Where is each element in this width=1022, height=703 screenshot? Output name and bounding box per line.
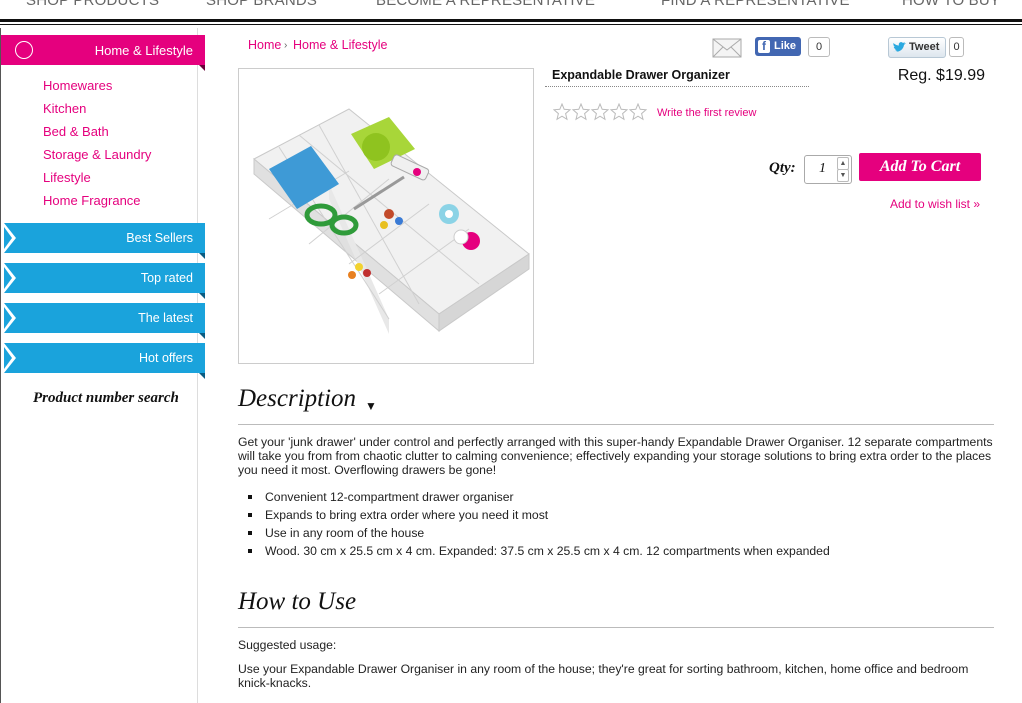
chevron-inner — [4, 267, 12, 289]
top-navigation: SHOP PRODUCTS SHOP BRANDS BECOME A REPRE… — [0, 0, 1022, 28]
list-item-text: Expands to bring extra order where you n… — [265, 508, 549, 522]
like-count: 0 — [808, 37, 830, 57]
subcategory-storage-laundry[interactable]: Storage & Laundry — [43, 147, 151, 162]
triangle-down-icon[interactable]: ▼ — [365, 399, 377, 413]
title-divider — [545, 86, 809, 87]
subcategory-bed-bath[interactable]: Bed & Bath — [43, 124, 109, 139]
breadcrumb-category[interactable]: Home & Lifestyle — [293, 38, 387, 52]
chevron-inner — [4, 227, 12, 249]
breadcrumb-home[interactable]: Home — [248, 38, 281, 52]
quantity-label: Qty: — [769, 160, 796, 176]
write-review-link[interactable]: Write the first review — [657, 107, 756, 119]
description-heading[interactable]: Description — [238, 385, 356, 413]
ribbon-fold — [199, 253, 205, 259]
rating-stars — [553, 103, 648, 121]
ribbon-fold — [199, 333, 205, 339]
star-empty-icon — [571, 103, 591, 121]
tab-label: Top rated — [140, 271, 193, 285]
product-image[interactable] — [238, 68, 534, 364]
facebook-like-button[interactable]: f Like — [755, 37, 801, 56]
how-to-use-text: Use your Expandable Drawer Organiser in … — [238, 662, 969, 690]
list-item-text: Wood. 30 cm x 25.5 cm x 4 cm. Expanded: … — [265, 544, 830, 558]
ribbon-fold — [199, 65, 205, 71]
nav-divider-thin — [0, 24, 1022, 25]
add-to-cart-button[interactable]: Add To Cart — [859, 153, 981, 181]
product-price: Reg. $19.99 — [897, 67, 985, 84]
drawer-organizer-illustration — [253, 108, 530, 334]
category-header-home-lifestyle[interactable]: Home & Lifestyle — [1, 35, 205, 71]
nav-find-representative[interactable]: FIND A REPRESENTATIVE — [661, 0, 850, 9]
tweet-label: Tweet — [909, 41, 940, 53]
tab-label: Hot offers — [139, 351, 193, 365]
tweet-button[interactable]: Tweet — [888, 37, 946, 58]
quantity-value[interactable]: 1 — [819, 161, 826, 177]
like-label: Like — [774, 40, 797, 52]
ribbon-fold — [199, 373, 205, 379]
circle-icon — [15, 41, 33, 59]
product-number-search-label[interactable]: Product number search — [33, 390, 179, 407]
tab-hot-offers[interactable]: Hot offers — [4, 343, 205, 379]
quantity-stepper[interactable]: 1 ▲ ▼ — [804, 155, 852, 184]
how-to-use-heading: How to Use — [238, 588, 357, 615]
star-empty-icon — [590, 103, 610, 121]
chevron-inner — [4, 307, 12, 329]
ribbon-fold — [199, 293, 205, 299]
description-divider — [238, 424, 994, 425]
product-title: Expandable Drawer Organizer — [552, 68, 730, 82]
bullet-icon — [248, 531, 252, 535]
nav-divider — [0, 19, 1022, 22]
nav-shop-products[interactable]: SHOP PRODUCTS — [26, 0, 159, 9]
subcategory-kitchen[interactable]: Kitchen — [43, 101, 86, 116]
subcategory-homewares[interactable]: Homewares — [43, 78, 112, 93]
suggested-usage-label: Suggested usage: — [238, 638, 337, 652]
facebook-icon: f — [758, 40, 770, 53]
email-icon[interactable] — [712, 38, 742, 58]
star-empty-icon — [609, 103, 629, 121]
how-to-use-divider — [238, 627, 994, 628]
subcategory-lifestyle[interactable]: Lifestyle — [43, 170, 91, 185]
chevron-right-icon: › — [284, 40, 288, 51]
nav-how-to-buy[interactable]: HOW TO BUY — [902, 0, 1000, 9]
nav-shop-brands[interactable]: SHOP BRANDS — [206, 0, 317, 9]
sidebar: Home & Lifestyle Homewares Kitchen Bed &… — [1, 28, 205, 703]
list-item-text: Convenient 12-compartment drawer organis… — [265, 490, 514, 504]
nav-become-representative[interactable]: BECOME A REPRESENTATIVE — [376, 0, 595, 9]
category-header-label: Home & Lifestyle — [94, 43, 193, 58]
bullet-icon — [248, 495, 252, 499]
tab-label: Best Sellers — [126, 231, 193, 245]
add-to-wishlist-link[interactable]: Add to wish list » — [890, 197, 980, 211]
star-empty-icon — [553, 103, 572, 121]
tab-label: The latest — [138, 311, 193, 325]
tab-the-latest[interactable]: The latest — [4, 303, 205, 339]
star-empty-icon — [628, 103, 648, 121]
bullet-icon — [248, 549, 252, 553]
bullet-icon — [248, 513, 252, 517]
list-item-text: Use in any room of the house — [265, 526, 425, 540]
decrement-icon[interactable]: ▼ — [837, 169, 849, 182]
chevron-inner — [4, 347, 12, 369]
twitter-bird-icon — [893, 42, 906, 52]
tab-best-sellers[interactable]: Best Sellers — [4, 223, 205, 259]
subcategory-home-fragrance[interactable]: Home Fragrance — [43, 193, 141, 208]
tab-top-rated[interactable]: Top rated — [4, 263, 205, 299]
description-text: Get your 'junk drawer' under control and… — [238, 435, 993, 477]
tweet-count: 0 — [949, 37, 964, 57]
